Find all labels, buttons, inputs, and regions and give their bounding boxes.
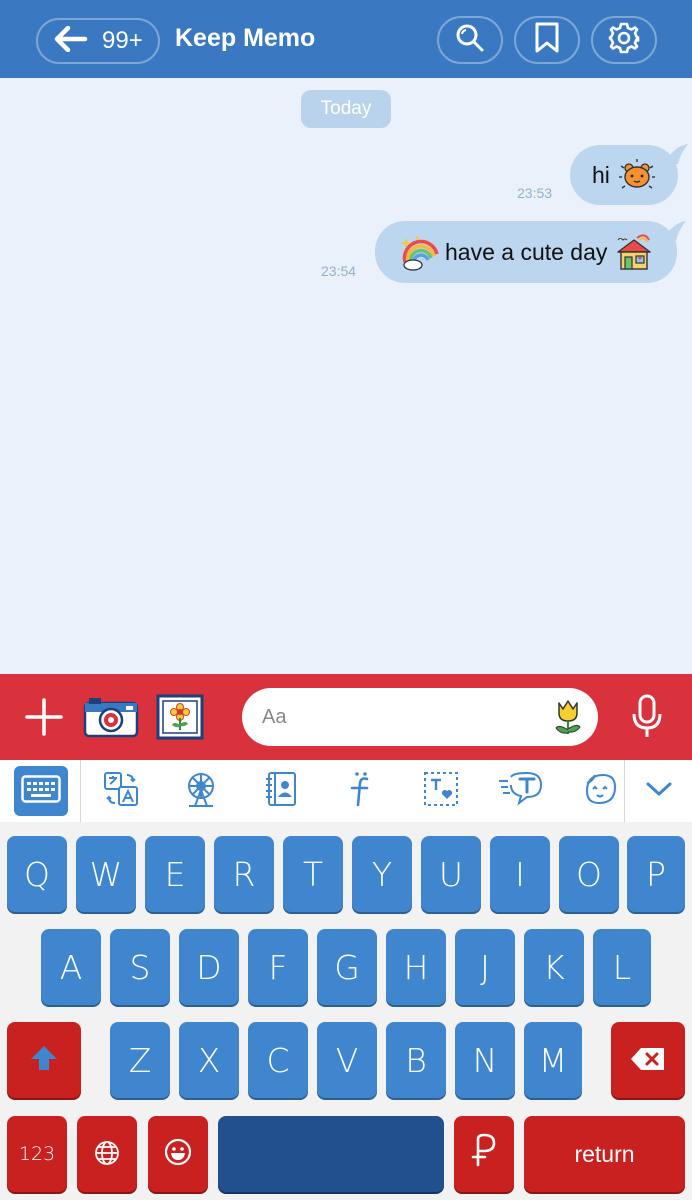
- message-bubble[interactable]: hi: [570, 145, 678, 205]
- key-l[interactable]: L: [593, 929, 651, 1005]
- date-separator: Today: [301, 90, 391, 128]
- back-arrow-icon: [54, 25, 88, 57]
- key-z[interactable]: Z: [110, 1022, 170, 1098]
- text-frame-tool[interactable]: [416, 768, 466, 814]
- numbers-key[interactable]: 123: [7, 1116, 67, 1192]
- translate-icon: [101, 769, 141, 814]
- message-input-bar: [0, 674, 692, 760]
- house-emoji: [615, 232, 653, 272]
- toolbar-divider: [624, 760, 625, 822]
- search-icon: [454, 22, 486, 59]
- key-s[interactable]: S: [110, 929, 170, 1005]
- bear-face-emoji: [618, 158, 656, 192]
- key-r[interactable]: R: [214, 836, 274, 912]
- keyboard-icon: [21, 774, 61, 808]
- key-o[interactable]: O: [559, 836, 619, 912]
- key-f[interactable]: F: [248, 929, 308, 1005]
- key-c[interactable]: C: [248, 1022, 308, 1098]
- globe-icon: [94, 1135, 120, 1174]
- key-i[interactable]: I: [490, 836, 550, 912]
- shift-arrow-icon: [29, 1041, 59, 1080]
- message-time: 23:54: [321, 263, 357, 279]
- message-bubble[interactable]: have a cute day: [375, 221, 677, 283]
- font-tool[interactable]: [336, 768, 386, 814]
- message-text: hi: [592, 161, 610, 188]
- key-n[interactable]: N: [455, 1022, 515, 1098]
- unread-count-badge: 99+: [102, 27, 143, 54]
- key-j[interactable]: J: [455, 929, 515, 1005]
- chat-title: Keep Memo: [175, 24, 316, 52]
- keyboard: Q W E R T Y U I O P A S D F G H J K L Z …: [0, 822, 692, 1200]
- speech-t-icon: [497, 769, 545, 814]
- key-d[interactable]: D: [179, 929, 239, 1005]
- toolbar-divider: [80, 760, 81, 822]
- contacts-book-tool[interactable]: [256, 768, 306, 814]
- microphone-icon[interactable]: [630, 694, 664, 745]
- key-t[interactable]: T: [283, 836, 343, 912]
- key-q[interactable]: Q: [7, 836, 67, 912]
- message-time: 23:53: [517, 185, 553, 201]
- chat-area[interactable]: Today 23:53 hi 23:54 have a cute day: [0, 78, 692, 674]
- camera-icon[interactable]: [83, 696, 139, 743]
- keyboard-toolbar: [0, 760, 692, 822]
- face-sticker-tool[interactable]: [576, 768, 626, 814]
- bookmark-icon: [534, 22, 560, 59]
- ferris-wheel-icon: [181, 769, 221, 814]
- key-w[interactable]: W: [76, 836, 136, 912]
- tulip-sticker-icon[interactable]: [553, 697, 583, 742]
- shift-key[interactable]: [7, 1022, 81, 1098]
- translate-tool[interactable]: [96, 768, 146, 814]
- special-symbol-key[interactable]: [454, 1116, 514, 1192]
- delete-backspace-icon: [630, 1041, 666, 1080]
- settings-gear-icon: [607, 21, 641, 60]
- space-key[interactable]: [218, 1116, 444, 1192]
- face-sticker-icon: [581, 769, 621, 814]
- key-y[interactable]: Y: [352, 836, 412, 912]
- message-input[interactable]: [262, 688, 542, 746]
- key-u[interactable]: U: [421, 836, 481, 912]
- text-frame-icon: [421, 769, 461, 814]
- app-header: 99+ Keep Memo: [0, 0, 692, 78]
- chevron-down-icon: [644, 779, 674, 804]
- globe-key[interactable]: [77, 1116, 137, 1192]
- key-b[interactable]: B: [386, 1022, 446, 1098]
- p-hook-icon: [470, 1133, 498, 1175]
- bubble-tail: [664, 144, 688, 164]
- bookmark-button[interactable]: [514, 16, 580, 64]
- settings-button[interactable]: [591, 16, 657, 64]
- delete-key[interactable]: [611, 1022, 685, 1098]
- gallery-flower-icon[interactable]: [156, 694, 204, 745]
- collapse-toolbar-button[interactable]: [634, 768, 684, 814]
- smiley-face-icon: [164, 1135, 192, 1174]
- message-field[interactable]: [242, 688, 598, 746]
- font-icon: [341, 769, 381, 814]
- rainbow-emoji: [399, 232, 439, 272]
- key-k[interactable]: K: [524, 929, 584, 1005]
- speech-t-tool[interactable]: [496, 768, 546, 814]
- message-text: have a cute day: [445, 238, 608, 265]
- key-h[interactable]: H: [386, 929, 446, 1005]
- bubble-tail: [662, 221, 686, 241]
- key-x[interactable]: X: [179, 1022, 239, 1098]
- key-a[interactable]: A: [41, 929, 101, 1005]
- key-m[interactable]: M: [524, 1022, 582, 1098]
- keyboard-toggle-button[interactable]: [14, 766, 68, 816]
- contacts-book-icon: [261, 769, 301, 814]
- emoji-key[interactable]: [148, 1116, 208, 1192]
- search-button[interactable]: [437, 16, 503, 64]
- key-v[interactable]: V: [317, 1022, 377, 1098]
- plus-icon[interactable]: [24, 697, 64, 742]
- back-button[interactable]: 99+: [36, 18, 160, 64]
- key-e[interactable]: E: [145, 836, 205, 912]
- ferris-wheel-tool[interactable]: [176, 768, 226, 814]
- key-p[interactable]: P: [627, 836, 685, 912]
- return-key[interactable]: return: [524, 1116, 685, 1192]
- key-g[interactable]: G: [317, 929, 377, 1005]
